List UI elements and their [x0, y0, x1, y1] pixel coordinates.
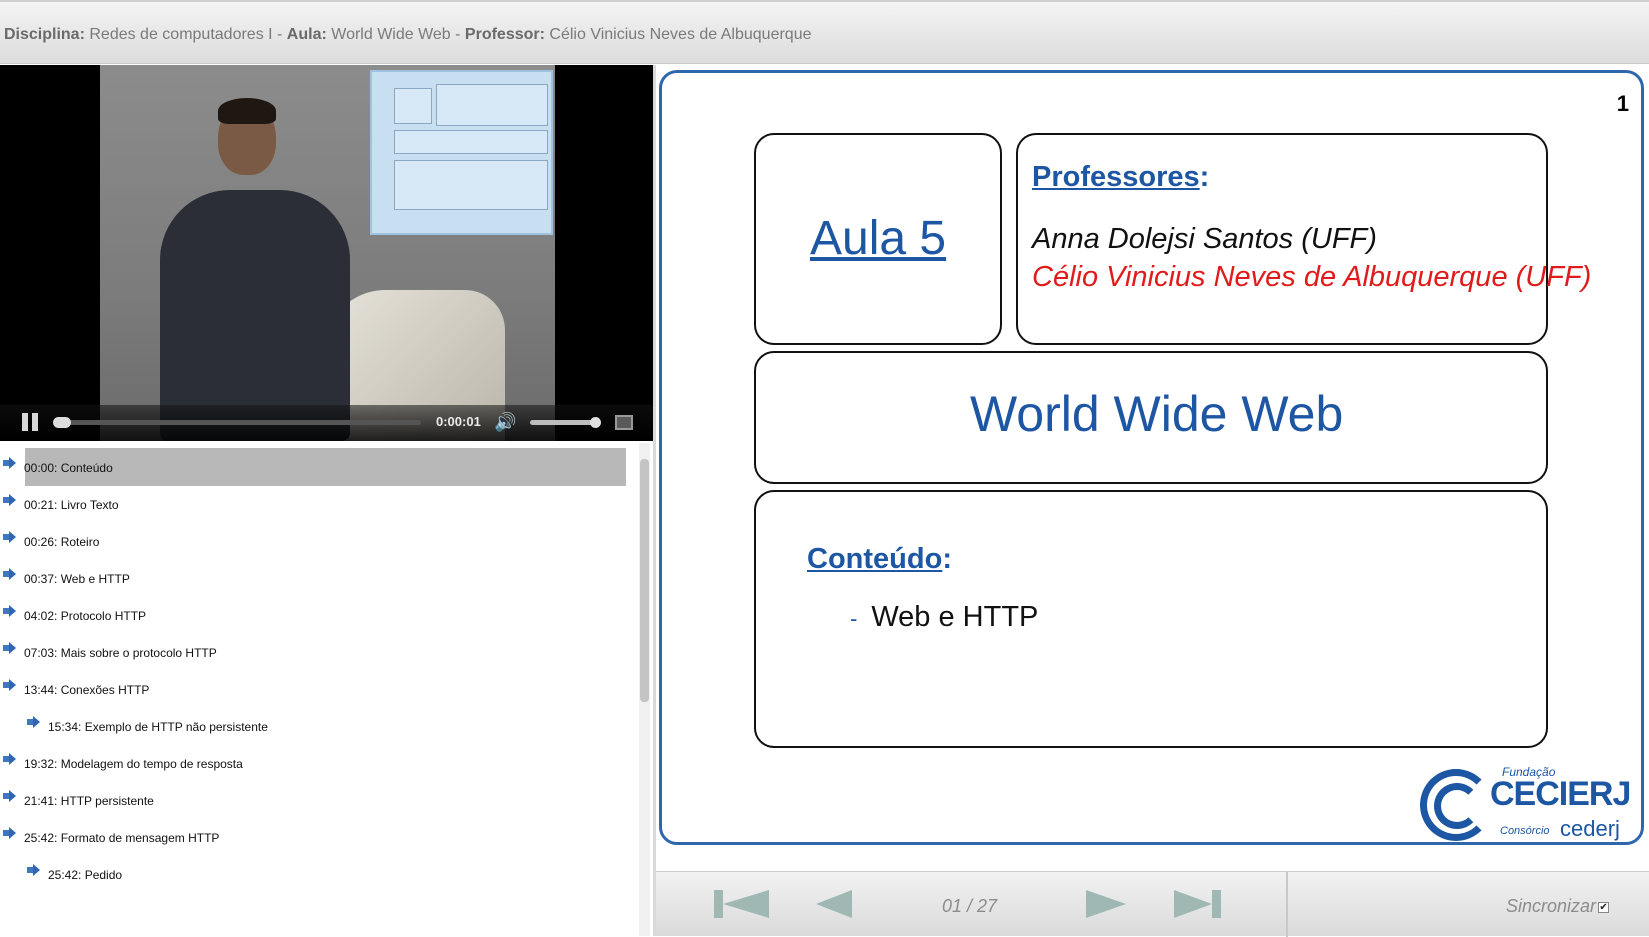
arrow-right-icon — [3, 790, 16, 802]
arrow-right-icon — [3, 827, 16, 839]
separator: - — [272, 26, 287, 43]
chapter-item[interactable]: 21:41: HTTP persistente — [0, 781, 640, 819]
chapter-item[interactable]: 13:44: Conexões HTTP — [0, 670, 640, 708]
disciplina-value: Redes de computadores I — [89, 26, 273, 43]
arrow-right-icon — [27, 864, 40, 876]
arrow-right-icon — [3, 494, 16, 506]
projected-slide-image — [370, 70, 553, 235]
nav-separator — [1286, 872, 1288, 937]
chapter-label: 00:00: Conteúdo — [24, 461, 113, 475]
chapter-label: 00:26: Roteiro — [24, 535, 100, 549]
chapter-label: 13:44: Conexões HTTP — [24, 683, 150, 697]
disciplina-label: Disciplina: — [4, 26, 85, 43]
volume-icon[interactable]: 🔊 — [494, 413, 516, 431]
first-icon — [714, 890, 723, 918]
chapter-item[interactable]: 00:21: Livro Texto — [0, 485, 640, 523]
chapter-item[interactable]: 25:42: Pedido — [0, 855, 640, 893]
volume-slider[interactable] — [530, 417, 601, 428]
panel-divider — [653, 65, 656, 936]
slide-title: World Wide Web — [970, 386, 1344, 442]
chapter-scrollbar[interactable] — [639, 443, 650, 936]
arrow-right-icon — [3, 568, 16, 580]
chapter-list: 00:00: Conteúdo 00:21: Livro Texto 00:26: … — [0, 441, 653, 936]
chapter-item[interactable]: 00:37: Web e HTTP — [0, 559, 640, 597]
pause-icon[interactable] — [22, 413, 38, 431]
volume-handle[interactable] — [590, 417, 601, 428]
video-player[interactable]: 0:00:01 🔊 — [0, 65, 653, 441]
chapter-label: 19:32: Modelagem do tempo de resposta — [24, 757, 243, 771]
slide-number: 1 — [1616, 91, 1629, 116]
arrow-right-icon — [3, 679, 16, 691]
chapter-item[interactable]: 00:00: Conteúdo — [0, 448, 640, 486]
chapter-item[interactable]: 19:32: Modelagem do tempo de resposta — [0, 744, 640, 782]
next-slide-button[interactable] — [1086, 890, 1126, 918]
arrow-right-icon — [3, 457, 16, 469]
conteudo-item: - Web e HTTP — [850, 601, 1039, 633]
arrow-right-icon — [3, 753, 16, 765]
professor-2: Célio Vinicius Neves de Albuquerque (UFF… — [1032, 261, 1592, 293]
conteudo-heading: Conteúdo: — [807, 543, 952, 575]
slide-navigation: 01 / 27 Sincronizar ✔ — [656, 871, 1649, 937]
header-bar: Disciplina: Redes de computadores I - Au… — [0, 0, 1649, 64]
cecierj-logo: Fundação CECIERJ Consórcio cederj — [1420, 763, 1631, 842]
arrow-right-icon — [27, 716, 40, 728]
fullscreen-icon[interactable] — [615, 415, 633, 430]
separator: - — [450, 26, 465, 43]
seek-bar[interactable] — [53, 417, 421, 428]
first-slide-button[interactable] — [714, 890, 769, 918]
video-frame[interactable] — [100, 65, 555, 441]
chapter-label: 00:21: Livro Texto — [24, 498, 119, 512]
last-slide-button[interactable] — [1174, 890, 1221, 918]
chapter-label: 25:42: Pedido — [48, 868, 123, 882]
slide-panel: 1 Aula 5 Professores: Anna Dolejsi Santo… — [659, 70, 1644, 845]
prev-slide-button[interactable] — [816, 890, 852, 918]
chapter-label: 04:02: Protocolo HTTP — [24, 609, 147, 623]
arrow-right-icon — [3, 605, 16, 617]
presenter-image — [160, 190, 350, 441]
arrow-right-icon — [3, 642, 16, 654]
chapter-label: 07:03: Mais sobre o protocolo HTTP — [24, 646, 217, 660]
aula-label: Aula: — [286, 26, 327, 43]
professor-value: Célio Vinicius Neves de Albuquerque — [549, 26, 812, 43]
player-controls: 0:00:01 🔊 — [0, 405, 653, 441]
chapter-item[interactable]: 25:42: Formato de mensagem HTTP — [0, 818, 640, 856]
sync-label: Sincronizar — [1506, 896, 1597, 916]
scrollbar-thumb[interactable] — [640, 459, 649, 702]
chapter-item[interactable]: 00:26: Roteiro — [0, 522, 640, 560]
sync-toggle[interactable]: Sincronizar ✔ — [1506, 896, 1610, 917]
chapter-label: 21:41: HTTP persistente — [24, 794, 154, 808]
professor-label: Professor: — [464, 26, 545, 43]
cecierj-rings-icon — [1420, 769, 1500, 841]
page-indicator: 01 / 27 — [942, 896, 998, 916]
chapter-item[interactable]: 15:34: Exemplo de HTTP não persistente — [0, 707, 640, 745]
professor-1: Anna Dolejsi Santos (UFF) — [1032, 223, 1377, 255]
chapter-label: 15:34: Exemplo de HTTP não persistente — [48, 720, 268, 734]
professores-heading: Professores: — [1032, 161, 1210, 193]
time-display: 0:00:01 — [436, 414, 481, 429]
seek-handle[interactable] — [53, 417, 71, 428]
chapter-label: 00:37: Web e HTTP — [24, 572, 130, 586]
aula-value: World Wide Web — [331, 26, 451, 43]
arrow-right-icon — [3, 531, 16, 543]
sync-checkbox[interactable]: ✔ — [1598, 901, 1610, 913]
chapter-item[interactable]: 07:03: Mais sobre o protocolo HTTP — [0, 633, 640, 671]
chapter-label: 25:42: Formato de mensagem HTTP — [24, 831, 220, 845]
last-icon — [1212, 890, 1221, 918]
active-chapter-highlight — [25, 448, 626, 486]
lesson-info: Disciplina: Redes de computadores I - Au… — [4, 26, 812, 44]
aula-title: Aula 5 — [810, 212, 947, 265]
chapter-item[interactable]: 04:02: Protocolo HTTP — [0, 596, 640, 634]
